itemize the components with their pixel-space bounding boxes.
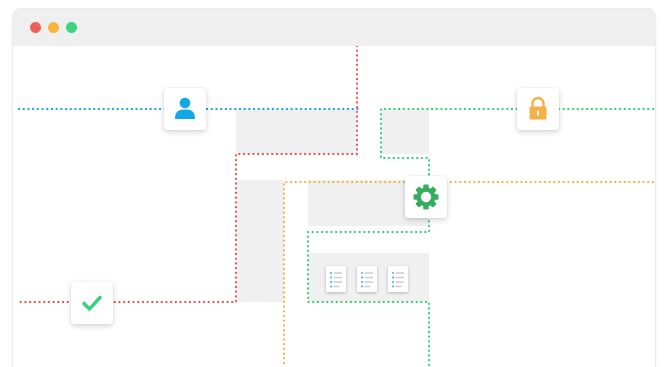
zoom-window-button[interactable]: [66, 22, 77, 33]
close-window-button[interactable]: [30, 22, 41, 33]
user-node[interactable]: [164, 88, 206, 130]
title-bar: [13, 9, 655, 46]
document-icon[interactable]: [388, 266, 408, 292]
gray-block: [236, 109, 356, 154]
red-connector: [17, 46, 359, 304]
document-icon[interactable]: [357, 266, 377, 292]
document-icon[interactable]: [326, 266, 346, 292]
check-icon: [82, 295, 102, 311]
gray-block: [381, 109, 429, 154]
green-connector: [306, 107, 655, 367]
gear-icon: [413, 184, 439, 210]
user-icon: [175, 97, 195, 119]
lock-icon: [529, 96, 547, 120]
check-node[interactable]: [71, 282, 113, 324]
gray-block: [236, 180, 284, 302]
app-window: [13, 9, 655, 367]
diagram-canvas: [13, 46, 655, 367]
minimize-window-button[interactable]: [48, 22, 59, 33]
gear-node[interactable]: [405, 176, 447, 218]
lock-node[interactable]: [517, 88, 559, 130]
